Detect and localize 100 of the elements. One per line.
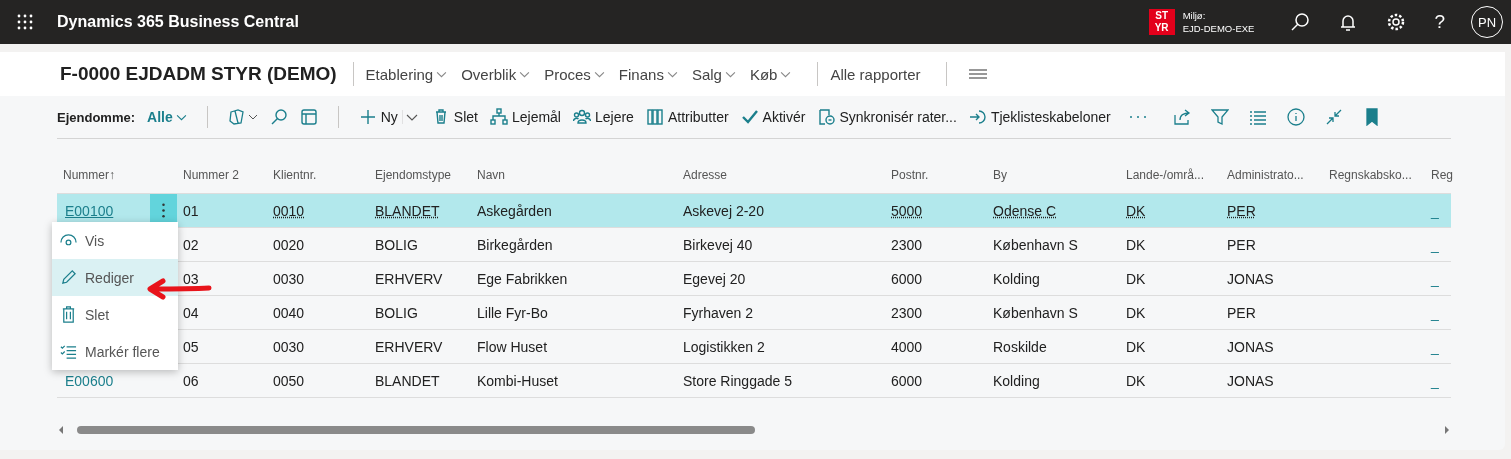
table-cell-text: Odense C [992, 202, 1058, 219]
table-cell-text: _ [1429, 372, 1440, 389]
record-link[interactable]: E00600 [57, 372, 114, 389]
table-cell-text: København S [992, 304, 1079, 321]
column-header[interactable]: Administrato... [1221, 167, 1323, 182]
table-cell-text: DK [1125, 338, 1147, 355]
chevron-down-icon [780, 70, 792, 78]
table-cell-text: 4000 [890, 338, 924, 355]
nav-menu[interactable]: Køb [749, 65, 792, 83]
help-button[interactable]: ? [1434, 11, 1445, 33]
column-header[interactable]: Ejendomstype [369, 167, 471, 182]
table-cell-text: 0020 [272, 236, 306, 253]
table-cell-text: DK [1125, 202, 1147, 219]
toolbar-button[interactable]: Attributter [645, 108, 729, 126]
table-cell-text: Flow Huset [476, 338, 549, 355]
table-cell-text: _ [1429, 202, 1440, 219]
table-cell-text: 02 [182, 236, 200, 253]
table-cell-text: DK [1125, 304, 1147, 321]
table-cell-text: BLANDET [374, 372, 441, 389]
chevron-down-icon [666, 70, 678, 78]
scrollbar-thumb[interactable] [77, 426, 755, 434]
menu-item[interactable]: Rediger [52, 259, 178, 296]
table-cell-text: Ege Fabrikken [476, 270, 569, 287]
record-link[interactable]: E00100 [57, 202, 114, 219]
new-button[interactable]: Ny [358, 108, 398, 126]
chevron-down-icon [593, 70, 605, 78]
table-cell-text: _ [1429, 236, 1440, 253]
column-header[interactable]: Klientnr. [267, 167, 369, 182]
search-icon[interactable] [1290, 12, 1311, 32]
table-cell-text: 0010 [272, 202, 306, 219]
list-icon[interactable] [1248, 108, 1267, 126]
chevron-down-icon [436, 70, 448, 78]
layout-icon[interactable] [299, 108, 318, 126]
info-icon[interactable] [1286, 108, 1305, 126]
share-icon[interactable] [1172, 108, 1191, 126]
table-cell-text: Askegården [476, 202, 553, 219]
toolbar-button[interactable]: Slet [431, 108, 478, 126]
toolbar-button[interactable]: Lejere [573, 108, 634, 126]
hierarchy-icon [489, 108, 508, 126]
nav-menu[interactable]: Finans [618, 65, 678, 83]
table-cell-text: 6000 [890, 372, 924, 389]
column-header[interactable]: Lande-/områ... [1120, 167, 1221, 182]
scroll-right-icon[interactable] [1443, 425, 1451, 435]
nav-menu[interactable]: Salg [691, 65, 736, 83]
table-cell-text: Kombi-Huset [476, 372, 559, 389]
column-header[interactable]: Navn [471, 167, 677, 182]
table-cell-text: JONAS [1226, 270, 1275, 287]
table-cell-text: 0040 [272, 304, 306, 321]
environment-badge: ST YR [1148, 9, 1175, 35]
table-cell-text: Birkegården [476, 236, 554, 253]
table-cell-text: 0030 [272, 270, 306, 287]
menu-icon[interactable] [969, 69, 988, 79]
table-cell-text: JONAS [1226, 338, 1275, 355]
column-header[interactable]: Nummer 2 [177, 167, 267, 182]
settings-icon[interactable] [1386, 12, 1407, 32]
filter-dropdown[interactable]: Alle [147, 109, 187, 125]
table-row[interactable]: E00100 01 0010 BLANDET Askegården Askevej 2-20 5000 Odense C DK PER _ [57, 194, 1451, 228]
sync-document-icon [817, 108, 836, 126]
page-title: F-0000 EJDADM STYR (DEMO) [60, 63, 337, 85]
reports-link[interactable]: Alle rapporter [830, 65, 921, 83]
table-cell-text: 0030 [272, 338, 306, 355]
column-header[interactable]: Nummer↑ [57, 167, 177, 182]
toolbar-button[interactable]: Tjeklisteskabeloner [968, 108, 1111, 126]
pencil-icon [60, 269, 77, 286]
table-cell-text: DK [1125, 270, 1147, 287]
table-cell-text: 0050 [272, 372, 306, 389]
column-header[interactable]: Postnr. [885, 167, 987, 182]
toolbar-button[interactable]: Synkronisér rater... [817, 108, 957, 126]
table-cell-text: BOLIG [374, 236, 419, 253]
scroll-left-icon[interactable] [57, 425, 65, 435]
table-cell-text: 03 [182, 270, 200, 287]
table-cell-text: JONAS [1226, 372, 1275, 389]
nav-menu[interactable]: Overblik [461, 65, 531, 83]
table-cell-text: Logistikken 2 [682, 338, 766, 355]
table-cell-text: BLANDET [374, 202, 441, 219]
nav-menu[interactable]: Proces [544, 65, 605, 83]
table-cell-text: 01 [182, 202, 200, 219]
table-cell-text: Store Ringgade 5 [682, 372, 793, 389]
filter-icon[interactable] [1210, 108, 1229, 126]
checklist-icon [60, 343, 77, 360]
table-cell-text: Askevej 2-20 [682, 202, 765, 219]
table-cell-text: PER [1226, 304, 1257, 321]
collapse-icon[interactable] [1324, 108, 1343, 126]
table-cell-text: Birkevej 40 [682, 236, 754, 253]
chevron-down-icon[interactable] [401, 108, 420, 126]
enter-icon [968, 108, 987, 126]
column-header[interactable]: Regnskabsko... [1323, 167, 1425, 182]
column-header[interactable]: Reg [1425, 167, 1451, 182]
table-cell-text: Egevej 20 [682, 270, 747, 287]
app-launcher-icon[interactable] [17, 14, 33, 30]
table-cell-text: ERHVERV [374, 270, 444, 287]
toolbar-button[interactable]: Lejemål [489, 108, 561, 126]
table-cell-text: DK [1125, 236, 1147, 253]
column-header[interactable]: Adresse [677, 167, 885, 182]
table-cell-text: PER [1226, 236, 1257, 253]
toolbar-button[interactable]: Aktivér [740, 108, 806, 126]
table-cell-text: BOLIG [374, 304, 419, 321]
nav-menu[interactable]: Etablering [365, 65, 448, 83]
column-header[interactable]: By [987, 167, 1120, 182]
table-cell-text: 04 [182, 304, 200, 321]
